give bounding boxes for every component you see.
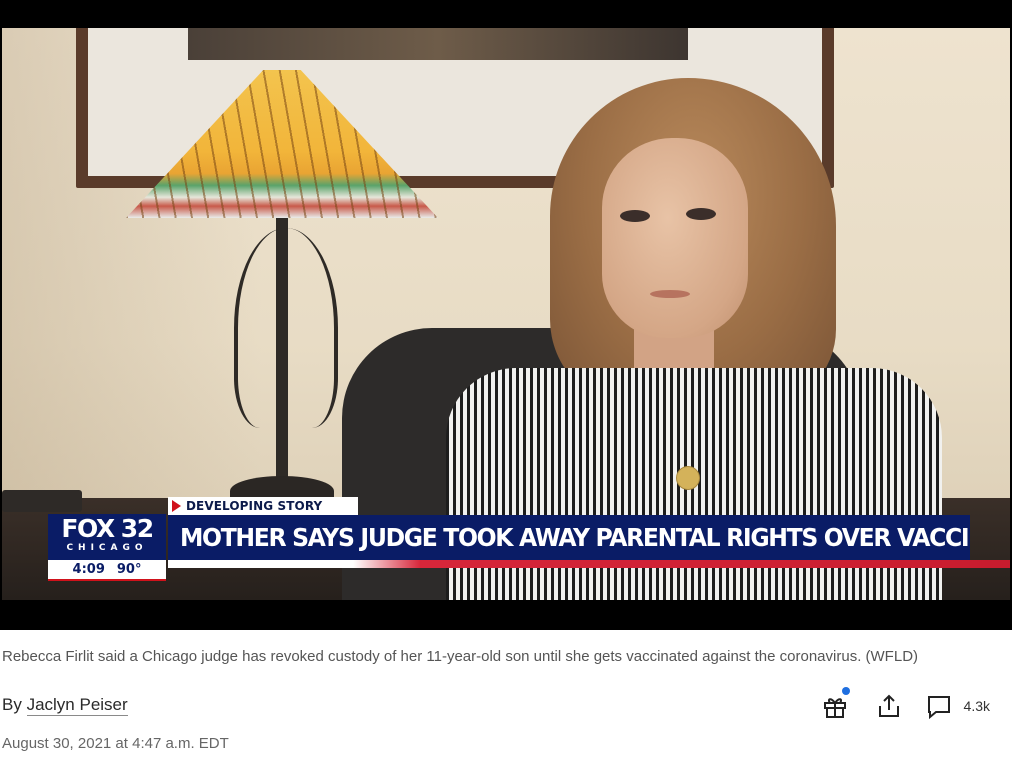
temperature-readout: 90°	[116, 562, 142, 577]
station-logo: FOX 32 CHICAGO	[48, 514, 166, 560]
byline-prefix: By	[2, 695, 22, 714]
article-actions: 4.3k	[798, 687, 990, 722]
comment-icon	[927, 696, 950, 719]
byline: By Jaclyn Peiser	[2, 695, 128, 716]
time-temperature-bug: 4:09 90°	[48, 560, 166, 581]
video-player[interactable]: DEVELOPING STORY MOTHER SAYS JUDGE TOOK …	[0, 0, 1012, 630]
station-logo-city: CHICAGO	[66, 543, 148, 553]
banner-red-rule	[168, 560, 1010, 568]
headline-text: MOTHER SAYS JUDGE TOOK AWAY PARENTAL RIG…	[180, 523, 970, 552]
share-icon	[878, 694, 899, 717]
developing-story-tag: DEVELOPING STORY	[168, 497, 358, 515]
gift-icon	[823, 698, 846, 718]
author-link[interactable]: Jaclyn Peiser	[26, 695, 128, 716]
play-arrow-icon	[172, 500, 181, 512]
notification-dot	[841, 687, 850, 695]
headline-banner: MOTHER SAYS JUDGE TOOK AWAY PARENTAL RIG…	[168, 515, 970, 560]
gift-article-button[interactable]	[818, 687, 852, 722]
publish-date: August 30, 2021 at 4:47 a.m. EDT	[2, 735, 229, 752]
comments-button[interactable]: 4.3k	[926, 690, 990, 722]
comment-count: 4.3k	[963, 698, 990, 714]
station-logo-main: FOX 32	[61, 514, 154, 543]
image-caption: Rebecca Firlit said a Chicago judge has …	[2, 648, 919, 665]
time-readout: 4:09	[72, 562, 105, 577]
news-lower-third: DEVELOPING STORY MOTHER SAYS JUDGE TOOK …	[0, 0, 1012, 630]
share-button[interactable]	[872, 690, 906, 722]
developing-story-label: DEVELOPING STORY	[186, 499, 323, 513]
